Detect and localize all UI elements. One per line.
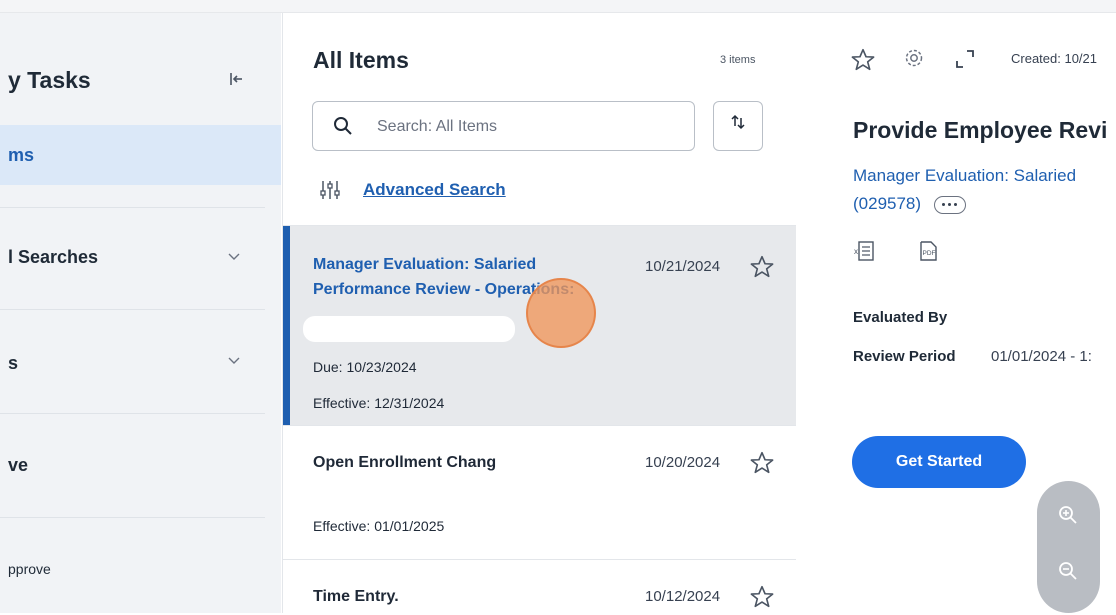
- sidebar-item-label: pprove: [8, 561, 51, 577]
- review-period-value: 01/01/2024 - 1:: [991, 348, 1092, 365]
- star-icon[interactable]: [850, 47, 876, 73]
- sort-button[interactable]: [713, 101, 763, 151]
- evaluated-by-label: Evaluated By: [853, 309, 948, 326]
- filter-sliders-icon: [319, 179, 341, 201]
- sidebar-item-saved-searches[interactable]: l Searches: [0, 227, 265, 289]
- effective-date: Effective: 12/31/2024: [313, 395, 445, 411]
- list-item-title[interactable]: Time Entry.: [313, 584, 613, 609]
- star-icon[interactable]: [749, 254, 777, 282]
- sort-icon: [731, 114, 745, 130]
- click-indicator: [526, 278, 596, 348]
- search-input[interactable]: [375, 114, 679, 140]
- zoom-out-icon[interactable]: [1056, 559, 1080, 583]
- selected-indicator: [283, 226, 290, 426]
- divider: [0, 309, 265, 310]
- chevron-down-icon: [227, 353, 245, 371]
- advanced-search-label[interactable]: Advanced Search: [363, 180, 506, 200]
- get-started-button[interactable]: Get Started: [852, 436, 1026, 488]
- list-item-title[interactable]: Open Enrollment Chang: [313, 450, 613, 478]
- list-title: All Items: [313, 47, 409, 73]
- search-box: [312, 101, 695, 151]
- divider: [0, 207, 265, 208]
- sidebar-item-all-items[interactable]: ms: [0, 125, 281, 185]
- chevron-down-icon: [227, 249, 245, 267]
- detail-title: Provide Employee Revi: [853, 117, 1108, 143]
- list-item[interactable]: Time Entry. 10/12/2024: [283, 559, 796, 614]
- sidebar-item-label: ms: [8, 145, 35, 165]
- sidebar-item-group[interactable]: s: [0, 329, 265, 391]
- created-date: Created: 10/21: [1011, 51, 1098, 66]
- sidebar-item-archive[interactable]: ve: [0, 433, 265, 495]
- evaluation-link-line1[interactable]: Manager Evaluation: Salaried: [853, 163, 1076, 189]
- due-date: Due: 10/23/2024: [313, 359, 417, 375]
- list-item-date: 10/12/2024: [645, 588, 721, 605]
- review-period-label: Review Period: [853, 348, 956, 365]
- sidebar-item-approve[interactable]: pprove: [0, 549, 265, 589]
- collapse-sidebar-icon[interactable]: [226, 71, 246, 91]
- list-item-date: 10/21/2024: [645, 258, 721, 275]
- sidebar-item-label: ve: [8, 455, 29, 475]
- expand-icon[interactable]: [954, 48, 980, 74]
- evaluation-link[interactable]: Manager Evaluation: Salaried (029578): [853, 163, 1076, 217]
- effective-date: Effective: 01/01/2025: [313, 518, 445, 534]
- item-count: 3 items: [720, 54, 756, 66]
- list-item-date: 10/20/2024: [645, 454, 721, 471]
- search-icon: [333, 116, 353, 136]
- star-icon[interactable]: [749, 584, 777, 612]
- list-item[interactable]: Open Enrollment Chang 10/20/2024 Effecti…: [283, 425, 796, 560]
- redacted-text: [303, 316, 515, 342]
- star-icon[interactable]: [749, 450, 777, 478]
- excel-export-icon[interactable]: x: [853, 239, 879, 265]
- zoom-controls: [1037, 481, 1100, 613]
- sidebar-title: y Tasks: [8, 67, 91, 93]
- svg-text:PDF: PDF: [923, 250, 936, 257]
- more-options-icon[interactable]: [933, 195, 966, 214]
- top-edge: [0, 0, 1116, 13]
- gear-icon[interactable]: [902, 46, 928, 72]
- pdf-export-icon[interactable]: PDF: [916, 239, 942, 265]
- svg-text:x: x: [854, 247, 858, 256]
- detail-panel: Created: 10/21 Provide Employee Revi Man…: [796, 13, 1116, 613]
- zoom-in-icon[interactable]: [1056, 503, 1080, 527]
- sidebar-item-label: l Searches: [8, 247, 99, 267]
- divider: [0, 413, 265, 414]
- divider: [0, 517, 265, 518]
- sidebar-item-label: s: [8, 353, 19, 373]
- sidebar: y Tasks ms l Searches s ve pprove: [0, 13, 281, 613]
- evaluation-id[interactable]: (029578): [853, 194, 921, 213]
